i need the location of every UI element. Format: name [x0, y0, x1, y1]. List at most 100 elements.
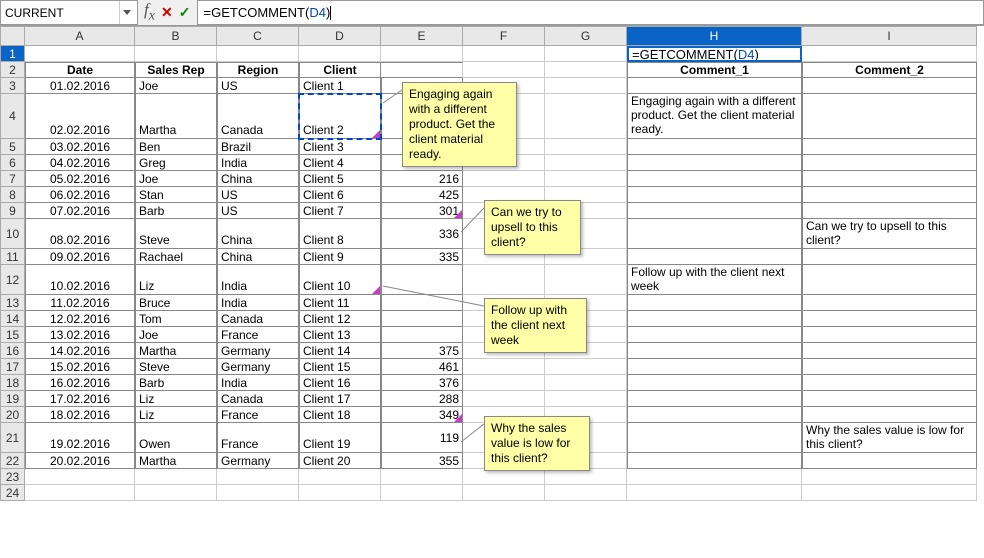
cell-E18[interactable]: 376: [381, 375, 463, 391]
cell-A24[interactable]: [25, 485, 135, 501]
cell-I10[interactable]: Can we try to upsell to this client?: [802, 219, 977, 249]
cell-G18[interactable]: [545, 375, 627, 391]
cell-H21[interactable]: [627, 423, 802, 453]
cell-H12[interactable]: Follow up with the client next week: [627, 265, 802, 295]
cell-I20[interactable]: [802, 407, 977, 423]
cell-E10[interactable]: 336: [381, 219, 463, 249]
cell-A12[interactable]: 10.02.2016: [25, 265, 135, 295]
cell-B6[interactable]: Greg: [135, 155, 217, 171]
cell-H19[interactable]: [627, 391, 802, 407]
cell-C11[interactable]: China: [217, 249, 299, 265]
col-header-B[interactable]: B: [135, 26, 217, 46]
formula-confirm-button[interactable]: ✓: [179, 4, 191, 21]
row-header-12[interactable]: 12: [0, 265, 25, 295]
cell-C13[interactable]: India: [217, 295, 299, 311]
cell-C6[interactable]: India: [217, 155, 299, 171]
cell-B18[interactable]: Barb: [135, 375, 217, 391]
cell-D9[interactable]: Client 7: [299, 203, 381, 219]
cell-C10[interactable]: China: [217, 219, 299, 249]
cell-C4[interactable]: Canada: [217, 94, 299, 139]
cell-D15[interactable]: Client 13: [299, 327, 381, 343]
cell-B12[interactable]: Liz: [135, 265, 217, 295]
cell-E12[interactable]: [381, 265, 463, 295]
cell-H10[interactable]: [627, 219, 802, 249]
row-header-24[interactable]: 24: [0, 485, 25, 501]
cell-D20[interactable]: Client 18: [299, 407, 381, 423]
cell-B21[interactable]: Owen: [135, 423, 217, 453]
cell-H9[interactable]: [627, 203, 802, 219]
cell-B24[interactable]: [135, 485, 217, 501]
cell-E24[interactable]: [381, 485, 463, 501]
row-header-3[interactable]: 3: [0, 78, 25, 94]
cell-A3[interactable]: 01.02.2016: [25, 78, 135, 94]
cell-I9[interactable]: [802, 203, 977, 219]
row-header-6[interactable]: 6: [0, 155, 25, 171]
cell-D18[interactable]: Client 16: [299, 375, 381, 391]
cell-D24[interactable]: [299, 485, 381, 501]
cell-I13[interactable]: [802, 295, 977, 311]
col-header-H[interactable]: H: [627, 26, 802, 46]
cell-G4[interactable]: [545, 94, 627, 139]
cell-E23[interactable]: [381, 469, 463, 485]
cell-D8[interactable]: Client 6: [299, 187, 381, 203]
cell-C15[interactable]: France: [217, 327, 299, 343]
cell-H18[interactable]: [627, 375, 802, 391]
cell-D19[interactable]: Client 17: [299, 391, 381, 407]
cell-D16[interactable]: Client 14: [299, 343, 381, 359]
cell-E13[interactable]: [381, 295, 463, 311]
cell-E20[interactable]: 349: [381, 407, 463, 423]
cell-C19[interactable]: Canada: [217, 391, 299, 407]
cell-H6[interactable]: [627, 155, 802, 171]
cell-I6[interactable]: [802, 155, 977, 171]
cell-H14[interactable]: [627, 311, 802, 327]
cell-D3[interactable]: Client 1: [299, 78, 381, 94]
cell-H15[interactable]: [627, 327, 802, 343]
cell-I22[interactable]: [802, 453, 977, 469]
cell-A21[interactable]: 19.02.2016: [25, 423, 135, 453]
comment-note[interactable]: Why the sales value is low for this clie…: [484, 416, 590, 471]
cell-G19[interactable]: [545, 391, 627, 407]
col-header-I[interactable]: I: [802, 26, 977, 46]
cell-C23[interactable]: [217, 469, 299, 485]
cell-F23[interactable]: [463, 469, 545, 485]
cell-E19[interactable]: 288: [381, 391, 463, 407]
cell-B7[interactable]: Joe: [135, 171, 217, 187]
cell-G5[interactable]: [545, 139, 627, 155]
cell-C3[interactable]: US: [217, 78, 299, 94]
cell-H4[interactable]: Engaging again with a different product.…: [627, 94, 802, 139]
cell-G17[interactable]: [545, 359, 627, 375]
row-header-5[interactable]: 5: [0, 139, 25, 155]
cell-I7[interactable]: [802, 171, 977, 187]
cell-D4[interactable]: Client 2: [299, 94, 381, 139]
cell-E8[interactable]: 425: [381, 187, 463, 203]
cell-B9[interactable]: Barb: [135, 203, 217, 219]
cell-G7[interactable]: [545, 171, 627, 187]
cell-G6[interactable]: [545, 155, 627, 171]
cell-F18[interactable]: [463, 375, 545, 391]
cell-I17[interactable]: [802, 359, 977, 375]
cell-A5[interactable]: 03.02.2016: [25, 139, 135, 155]
cell-I21[interactable]: Why the sales value is low for this clie…: [802, 423, 977, 453]
col-header-E[interactable]: E: [381, 26, 463, 46]
cell-F12[interactable]: [463, 265, 545, 295]
cell-B2[interactable]: Sales Rep: [135, 62, 217, 78]
cell-B19[interactable]: Liz: [135, 391, 217, 407]
row-header-9[interactable]: 9: [0, 203, 25, 219]
cell-I1[interactable]: [802, 46, 977, 62]
cell-I11[interactable]: [802, 249, 977, 265]
cell-I4[interactable]: [802, 94, 977, 139]
cell-C5[interactable]: Brazil: [217, 139, 299, 155]
row-header-20[interactable]: 20: [0, 407, 25, 423]
cell-A7[interactable]: 05.02.2016: [25, 171, 135, 187]
cell-C9[interactable]: US: [217, 203, 299, 219]
cell-D13[interactable]: Client 11: [299, 295, 381, 311]
cell-I16[interactable]: [802, 343, 977, 359]
cell-G1[interactable]: [545, 46, 627, 62]
cell-A11[interactable]: 09.02.2016: [25, 249, 135, 265]
cell-C12[interactable]: India: [217, 265, 299, 295]
cell-A6[interactable]: 04.02.2016: [25, 155, 135, 171]
comment-note[interactable]: Can we try to upsell to this client?: [484, 200, 581, 255]
cell-D11[interactable]: Client 9: [299, 249, 381, 265]
cell-B20[interactable]: Liz: [135, 407, 217, 423]
comment-note[interactable]: Follow up with the client next week: [484, 298, 587, 353]
